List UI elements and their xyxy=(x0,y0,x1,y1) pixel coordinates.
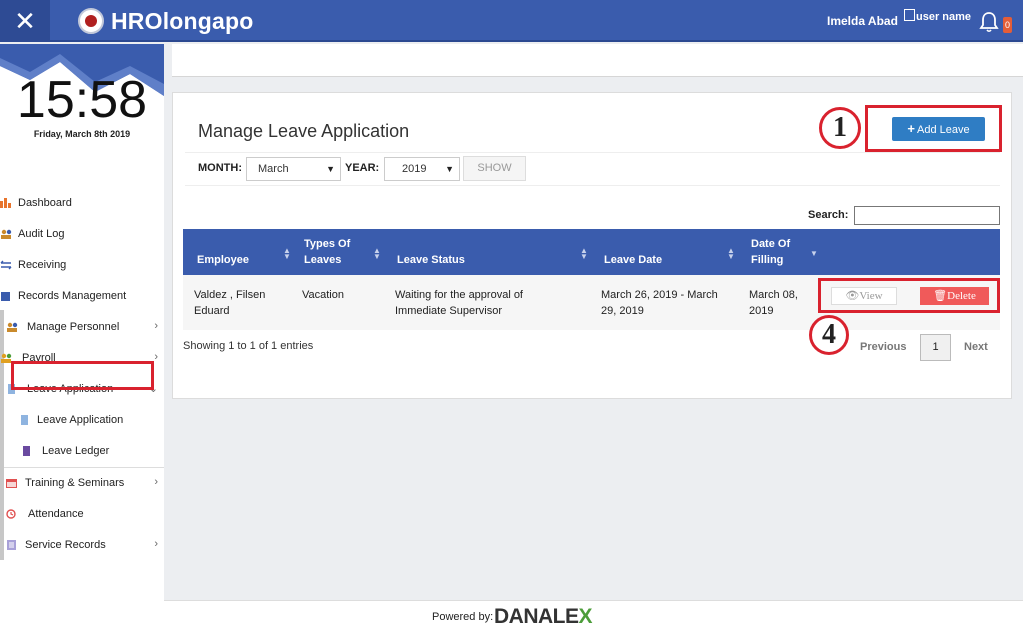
clock: 15:58 xyxy=(16,71,148,129)
search-input[interactable] xyxy=(854,206,1000,225)
user-name[interactable]: Imelda Abad xyxy=(827,14,898,28)
sidebar-item-service-records[interactable]: Service Records › xyxy=(6,533,164,557)
folder-icon xyxy=(1,292,10,301)
sidebar-item-label: Dashboard xyxy=(18,197,72,209)
delete-label: Delete xyxy=(947,290,976,302)
pagination-next[interactable]: Next xyxy=(964,341,988,353)
logo-icon xyxy=(78,8,104,34)
chevron-right-icon: › xyxy=(154,476,158,488)
chart-icon xyxy=(0,198,11,208)
sort-icon: ▲ ▼ xyxy=(373,246,381,261)
brand-x: X xyxy=(578,605,593,628)
clock-icon xyxy=(6,509,16,519)
bell-icon[interactable] xyxy=(979,11,999,33)
sidebar-subitem-leave-ledger[interactable]: Leave Ledger xyxy=(21,439,164,463)
sidebar-subitem-leave-application[interactable]: Leave Application xyxy=(19,408,154,432)
list-icon xyxy=(7,540,16,550)
top-bar: ✕ HROlongapo Imelda Abad user name 0 xyxy=(0,0,1023,42)
top-strip xyxy=(172,44,1023,77)
annotation-number-4: 4 xyxy=(809,315,849,355)
brand-main: DANALE xyxy=(494,605,579,628)
chevron-right-icon: › xyxy=(154,320,158,332)
column-header-employee[interactable]: Employee xyxy=(197,252,249,268)
cell-leave-type: Vacation xyxy=(302,289,344,301)
sort-icon: ▲ ▼ xyxy=(580,246,588,261)
powered-by-label: Powered by: xyxy=(432,611,494,623)
sidebar-item-label: Training & Seminars xyxy=(25,477,125,489)
book-icon xyxy=(23,446,30,456)
annotation-number-1: 1 xyxy=(819,107,861,149)
users-icon xyxy=(1,229,12,239)
pagination-previous[interactable]: Previous xyxy=(860,341,906,353)
annotation-highlight-leave-application xyxy=(11,361,154,390)
plus-icon: + xyxy=(907,121,915,136)
sidebar-item-attendance[interactable]: Attendance xyxy=(6,502,164,526)
month-select[interactable]: March ▼ xyxy=(246,157,341,181)
search-label: Search: xyxy=(808,209,849,221)
cell-employee: Valdez , Filsen Eduard xyxy=(194,289,266,317)
sidebar-item-manage-personnel[interactable]: Manage Personnel › xyxy=(6,315,164,339)
year-select[interactable]: 2019 ▼ xyxy=(384,157,460,181)
sidebar-item-label: Service Records xyxy=(25,539,106,551)
chevron-right-icon: › xyxy=(154,538,158,550)
trash-icon: 🗑 xyxy=(933,290,948,302)
sidebar-item-label: Manage Personnel xyxy=(27,321,120,333)
column-header-date-of-filling[interactable]: Date Of Filling xyxy=(751,236,801,268)
column-header-types-of-leaves[interactable]: Types Of Leaves xyxy=(304,236,364,268)
view-button[interactable]: 👁View xyxy=(831,287,897,305)
cell-filing-date: March 08, 2019 xyxy=(749,289,798,317)
user-avatar[interactable]: user name xyxy=(904,9,971,23)
sort-icon: ▼ xyxy=(810,249,818,258)
sidebar-item-label: Leave Application xyxy=(37,414,124,426)
view-label: View xyxy=(859,290,883,302)
sidebar-item-label: Leave Ledger xyxy=(42,445,110,457)
year-value: 2019 xyxy=(402,163,427,175)
caret-down-icon: ▼ xyxy=(326,164,335,174)
eye-icon: 👁 xyxy=(845,290,860,302)
sidebar-item-audit-log[interactable]: Audit Log xyxy=(0,222,164,246)
brand-logo: DANALEX xyxy=(494,605,592,629)
sidebar-item-records-management[interactable]: Records Management xyxy=(0,284,164,308)
date-label: Friday, March 8th 2019 xyxy=(33,129,131,139)
add-leave-button[interactable]: + Add Leave xyxy=(892,117,985,141)
sidebar-item-receiving[interactable]: Receiving xyxy=(0,253,164,277)
page-title: Manage Leave Application xyxy=(198,121,410,141)
calendar-icon xyxy=(6,479,17,488)
cell-leave-date: March 26, 2019 - March 29, 2019 xyxy=(601,289,718,317)
sidebar-item-dashboard[interactable]: Dashboard xyxy=(0,191,164,215)
delete-button[interactable]: 🗑Delete xyxy=(920,287,989,305)
month-value: March xyxy=(258,163,289,175)
caret-down-icon: ▼ xyxy=(445,164,454,174)
sort-icon: ▲ ▼ xyxy=(283,246,291,261)
app-title: HROlongapo xyxy=(111,8,254,34)
add-leave-label: Add Leave xyxy=(916,124,970,136)
column-header-leave-status[interactable]: Leave Status xyxy=(397,252,465,268)
notification-badge: 0 xyxy=(1003,17,1013,33)
sidebar-item-training-seminars[interactable]: Training & Seminars › xyxy=(6,471,164,495)
cell-leave-status: Waiting for the approval of Immediate Su… xyxy=(395,289,523,317)
column-header-leave-date[interactable]: Leave Date xyxy=(604,252,662,268)
entries-info: Showing 1 to 1 of 1 entries xyxy=(183,340,314,352)
show-button[interactable]: SHOW xyxy=(463,156,526,181)
sidebar-item-label: Records Management xyxy=(18,290,127,302)
document-icon xyxy=(21,415,28,425)
sidebar-item-label: Attendance xyxy=(28,508,84,520)
close-icon[interactable]: ✕ xyxy=(0,0,50,42)
year-label: YEAR: xyxy=(345,162,380,174)
sidebar-item-label: Receiving xyxy=(18,259,67,271)
chevron-right-icon: › xyxy=(154,351,158,363)
footer xyxy=(164,600,1023,637)
pagination-page[interactable]: 1 xyxy=(920,334,951,361)
swap-icon xyxy=(0,260,12,270)
users-icon xyxy=(7,322,18,332)
sidebar-divider xyxy=(4,467,164,468)
sort-icon: ▲ ▼ xyxy=(727,246,735,261)
month-label: MONTH: xyxy=(198,162,242,174)
sidebar-item-label: Audit Log xyxy=(18,228,65,240)
